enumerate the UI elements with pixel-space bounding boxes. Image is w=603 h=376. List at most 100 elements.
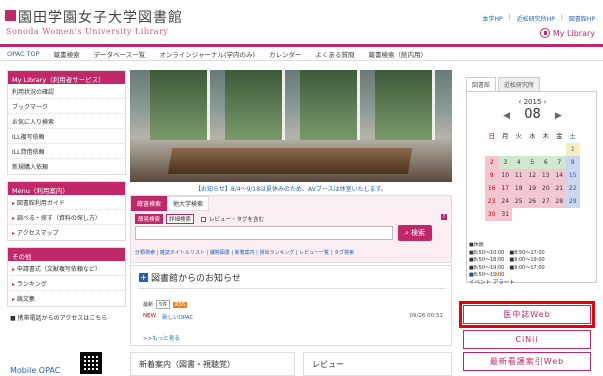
calendar-day[interactable]: 28 [552, 195, 566, 208]
calendar-day[interactable]: 21 [552, 182, 566, 195]
calendar-day[interactable]: 24 [498, 195, 512, 208]
calendar-day[interactable]: 4 [512, 156, 526, 169]
site-title[interactable]: 園田学園女子大学図書館 [18, 7, 183, 27]
search-tabs: 蔵書検索 他大学検索 [131, 196, 210, 211]
calendar-day[interactable]: 31 [498, 208, 512, 221]
notice-text[interactable]: 【お知らせ】8/4～9/18は夏休みのため、AVブースは休室いたします。 [130, 184, 452, 193]
mylibrary-section: My Library（利用者サービス） 利用状況の確認 ブックマーク お気に入り… [7, 70, 126, 175]
calendar-day[interactable]: 10 [498, 169, 512, 182]
prev-year-icon[interactable]: ‹ [519, 98, 522, 106]
bell-icon: ♦ [493, 272, 499, 278]
sidebar-item-purchase-request[interactable]: 新規購入依頼 [8, 159, 125, 174]
search-input[interactable] [135, 226, 393, 240]
sidebar-item-usage[interactable]: 利用状況の確認 [8, 84, 125, 99]
sidebar-item-guide[interactable]: 図書館利用ガイド [8, 195, 125, 210]
calendar-day[interactable]: 30 [485, 208, 499, 221]
calendar-day[interactable]: 5 [525, 156, 539, 169]
legend-line: ■8:50～10:00 ■8:50～17:00 [469, 249, 545, 256]
prev-month-icon[interactable]: ◀ [503, 111, 510, 121]
window-panel [225, 70, 285, 140]
new-badge: NEW [143, 313, 157, 319]
calendar-day[interactable]: 8 [566, 156, 580, 169]
window-panel [375, 70, 435, 140]
review-heading: レビュー [303, 352, 452, 376]
calendar-day[interactable]: 20 [539, 182, 553, 195]
ichushi-web-button[interactable]: 医中誌Web [459, 301, 595, 328]
tab-library-calendar[interactable]: 図書館 [466, 77, 497, 92]
calendar-day[interactable]: 26 [525, 195, 539, 208]
calendar-day[interactable]: 25 [512, 195, 526, 208]
help-icon[interactable]: ? [441, 214, 447, 220]
nursing-index-button[interactable]: 最新看護索引Web [463, 352, 591, 371]
calendar-day[interactable]: 2 [485, 156, 499, 169]
legend-line: ■8:50～18:00 ■9:00～19:00 [469, 257, 545, 263]
calendar-day[interactable]: 6 [539, 156, 553, 169]
search-links[interactable]: 分類検索 | 雑誌タイトルリスト | 課題図書 | 新着案内 | 貸出ランキング… [135, 249, 449, 256]
search-icon: ⌕ [405, 228, 409, 237]
calendar-day[interactable]: 17 [498, 182, 512, 195]
calendar-day[interactable]: 14 [552, 169, 566, 182]
nav-opac-top[interactable]: OPAC TOP [0, 50, 47, 58]
calendar-day[interactable]: 3 [498, 156, 512, 169]
calendar-day[interactable]: 1 [566, 143, 580, 156]
calendar-day[interactable]: 27 [539, 195, 553, 208]
plus-icon: + [139, 273, 148, 282]
news-count-select[interactable]: 5件 [156, 300, 171, 309]
next-month-icon[interactable]: ▶ [555, 111, 562, 121]
calendar-day[interactable]: 18 [512, 182, 526, 195]
news-controls: 最新 5件 RSS [143, 300, 188, 309]
sidebar-item-ill-copy[interactable]: ILL複写依頼 [8, 129, 125, 144]
sidebar-item-access-map[interactable]: アクセスマップ [8, 225, 125, 240]
rss-icon[interactable]: RSS [173, 301, 188, 308]
nav-database-list[interactable]: データベース一覧 [87, 49, 153, 59]
calendar-day[interactable]: 11 [512, 169, 526, 182]
calendar-week-row: 2345678 [485, 156, 580, 169]
cinii-button[interactable]: CiNii [463, 330, 591, 349]
sidebar-item-forms[interactable]: 申請書式（文献複写依頼など） [8, 261, 125, 276]
mylibrary-link[interactable]: My Library [539, 28, 595, 38]
advanced-search-toggle[interactable]: 詳細検索 [166, 214, 195, 224]
mobile-opac-link[interactable]: Mobile OPAC [10, 366, 60, 375]
top-link-university[interactable]: 本学HP [483, 14, 503, 23]
calendar-day [512, 143, 526, 156]
tab-other-university[interactable]: 他大学検索 [167, 196, 210, 211]
mobile-note: ■ 携帯電話からのアクセスはこちら [10, 315, 108, 322]
calendar-day[interactable]: 19 [525, 182, 539, 195]
calendar-day[interactable]: 13 [539, 169, 553, 182]
nav-online-journal[interactable]: オンラインジャーナル(学内のみ) [152, 49, 262, 59]
nav-faq[interactable]: よくある質問 [309, 49, 362, 59]
sidebar-item-ill-loan[interactable]: ILL貸借依頼 [8, 144, 125, 159]
news-title: 図書館からのお知らせ [151, 274, 241, 284]
tab-chikamatsu-calendar[interactable]: 近松研究所 [498, 77, 541, 92]
calendar-day[interactable]: 16 [485, 182, 499, 195]
news-more-link[interactable]: >>もっと見る [143, 334, 180, 342]
calendar-day[interactable]: 15 [566, 169, 580, 182]
calendar-day[interactable]: 22 [566, 182, 580, 195]
calendar-day [552, 143, 566, 156]
nav-catalog-search-inhouse[interactable]: 蔵書検索（館内用） [362, 49, 435, 59]
sidebar-item-research[interactable]: 調べる・探す（資料の探し方） [8, 210, 125, 225]
nav-catalog-search[interactable]: 蔵書検索 [47, 49, 87, 59]
weekday-label: 土 [569, 132, 577, 140]
calendar-day[interactable]: 23 [485, 195, 499, 208]
calendar-day[interactable]: 7 [552, 156, 566, 169]
top-link-library[interactable]: 図書館HP [569, 14, 595, 23]
simple-search-toggle[interactable]: 簡易検索 [135, 214, 164, 224]
sidebar-item-bookmark[interactable]: ブックマーク [8, 99, 125, 114]
sidebar-item-ranking[interactable]: ランキング [8, 276, 125, 291]
top-link-chikamatsu[interactable]: 近松研究所HP [517, 14, 555, 23]
calendar-month: ◀ 08 ▶ [467, 107, 598, 122]
include-review-checkbox[interactable] [201, 216, 207, 222]
weekday-label: 火 [515, 132, 523, 140]
calendar-day[interactable]: 12 [525, 169, 539, 182]
sidebar-item-favorite-search[interactable]: お気に入り検索 [8, 114, 125, 129]
calendar-day[interactable]: 9 [485, 169, 499, 182]
news-item-link[interactable]: 新しいOPAC [162, 313, 193, 321]
calendar-day[interactable]: 29 [566, 195, 580, 208]
next-year-icon[interactable]: › [544, 98, 547, 106]
top-links: 本学HP | 近松研究所HP | 図書館HP [483, 14, 595, 23]
sidebar-item-papers[interactable]: 論文集 [8, 291, 125, 306]
tab-catalog-search[interactable]: 蔵書検索 [131, 196, 168, 211]
search-button[interactable]: ⌕ 検索 [398, 225, 432, 241]
nav-calendar[interactable]: カレンダー [262, 49, 309, 59]
